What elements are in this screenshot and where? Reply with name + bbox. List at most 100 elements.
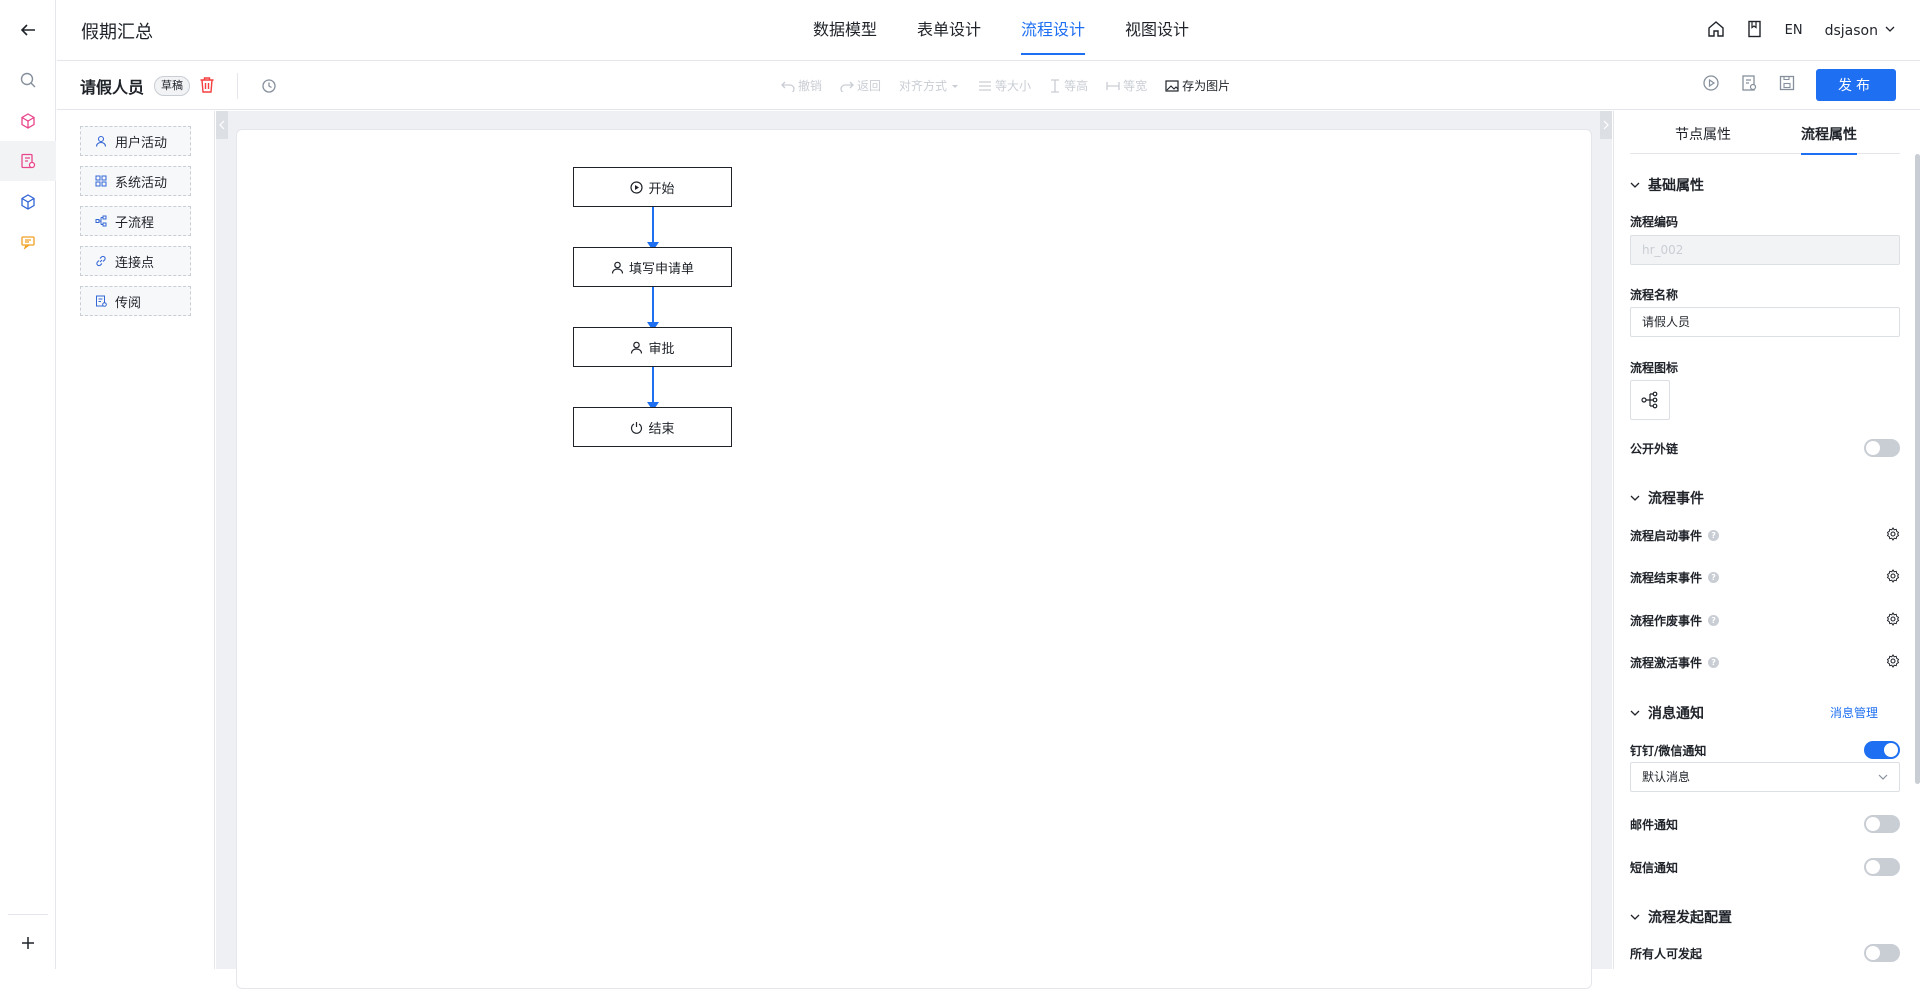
flow-edge[interactable] <box>647 287 659 331</box>
flow-node-end[interactable]: 结束 <box>573 407 732 447</box>
same-height-button[interactable]: 等高 <box>1049 77 1088 94</box>
back-arrow-icon[interactable] <box>0 10 56 50</box>
tab-flow-properties[interactable]: 流程属性 <box>1801 124 1857 155</box>
top-header: 假期汇总 数据模型 表单设计 流程设计 视图设计 EN dsjason <box>57 0 1920 61</box>
flow-code-field: hr_002 <box>1630 235 1900 265</box>
help-icon[interactable]: ? <box>1708 657 1720 668</box>
palette-item-circulate[interactable]: 传阅 <box>80 286 191 316</box>
section-basic-header[interactable]: 基础属性 <box>1630 175 1704 195</box>
user-icon <box>95 135 107 147</box>
collapse-left-handle[interactable] <box>216 111 228 139</box>
message-icon[interactable] <box>0 222 56 262</box>
tab-view-design[interactable]: 视图设计 <box>1105 0 1209 61</box>
public-link-label: 公开外链 <box>1630 442 1679 456</box>
save-image-button[interactable]: 存为图片 <box>1165 77 1230 94</box>
plus-icon[interactable] <box>0 923 56 963</box>
tab-form-design[interactable]: 表单设计 <box>897 0 1001 61</box>
flow-name-field[interactable]: 请假人员 <box>1630 307 1900 337</box>
section-title: 基础属性 <box>1648 178 1704 194</box>
sms-notify-toggle[interactable] <box>1864 858 1900 876</box>
flow-canvas[interactable]: 开始 填写申请单 审批 结束 <box>236 129 1592 989</box>
history-icon[interactable] <box>261 78 277 98</box>
palette-item-label: 连接点 <box>115 255 155 271</box>
tab-flow-design[interactable]: 流程设计 <box>1001 0 1105 61</box>
home-icon[interactable] <box>1707 20 1725 42</box>
palette-item-system-activity[interactable]: 系统活动 <box>80 166 191 196</box>
flow-icon-picker[interactable] <box>1630 380 1670 420</box>
user-icon <box>631 341 643 354</box>
help-icon[interactable]: ? <box>1708 572 1720 583</box>
palette-item-subprocess[interactable]: 子流程 <box>80 206 191 236</box>
gear-icon[interactable] <box>1886 527 1900 545</box>
same-width-button[interactable]: 等宽 <box>1106 77 1147 94</box>
sms-notify-label: 短信通知 <box>1630 861 1679 875</box>
event-label: 流程结束事件 <box>1630 571 1703 585</box>
gear-icon[interactable] <box>1886 569 1900 587</box>
flow-node-fill-form[interactable]: 填写申请单 <box>573 247 732 287</box>
user-icon <box>611 261 624 274</box>
gear-icon[interactable] <box>1886 612 1900 630</box>
dingtalk-toggle[interactable] <box>1864 741 1900 759</box>
dingtalk-template-select[interactable]: 默认消息 <box>1630 762 1900 792</box>
panel-tabs: 节点属性 流程属性 <box>1630 111 1900 155</box>
flow-edge[interactable] <box>647 207 659 251</box>
cube-icon[interactable] <box>0 101 56 141</box>
grid-icon <box>95 175 107 187</box>
everyone-launch-toggle[interactable] <box>1864 944 1900 962</box>
save-icon[interactable] <box>1778 74 1796 96</box>
flow-edge[interactable] <box>647 367 659 411</box>
section-launch-header[interactable]: 流程发起配置 <box>1630 907 1732 927</box>
email-notify-label: 邮件通知 <box>1630 818 1679 832</box>
section-events-header[interactable]: 流程事件 <box>1630 488 1704 508</box>
redo-label: 返回 <box>857 79 882 93</box>
flow-design-icon[interactable] <box>0 141 56 181</box>
gear-icon[interactable] <box>1886 654 1900 672</box>
delete-icon[interactable] <box>199 76 215 98</box>
tab-node-properties[interactable]: 节点属性 <box>1675 124 1731 144</box>
help-icon[interactable]: ? <box>1708 615 1720 626</box>
run-icon[interactable] <box>1702 74 1720 96</box>
everyone-launch-label: 所有人可发起 <box>1630 947 1703 961</box>
user-menu[interactable]: dsjason <box>1825 23 1896 39</box>
chevron-down-icon <box>1630 182 1640 188</box>
canvas-area: 开始 填写申请单 审批 结束 <box>216 111 1612 989</box>
flow-name-label: 流程名称 <box>1630 288 1679 302</box>
palette-item-user-activity[interactable]: 用户活动 <box>80 126 191 156</box>
save-image-label: 存为图片 <box>1182 79 1231 93</box>
same-height-label: 等高 <box>1064 79 1089 93</box>
rail-divider <box>8 914 48 915</box>
same-size-button[interactable]: 等大小 <box>978 77 1031 94</box>
search-icon[interactable] <box>0 60 56 100</box>
public-link-toggle[interactable] <box>1864 439 1900 457</box>
event-label: 流程启动事件 <box>1630 529 1703 543</box>
undo-button[interactable]: 撤销 <box>781 77 822 94</box>
chevron-down-icon <box>1630 495 1640 501</box>
panel-scrollbar[interactable] <box>1915 154 1920 784</box>
align-dropdown[interactable]: 对齐方式 <box>899 77 960 94</box>
redo-button[interactable]: 返回 <box>840 77 881 94</box>
message-manage-link[interactable]: 消息管理 <box>1830 704 1878 721</box>
toolbar-divider <box>237 73 238 99</box>
collapse-right-handle[interactable] <box>1600 111 1612 139</box>
palette-item-label: 传阅 <box>115 295 142 311</box>
same-width-label: 等宽 <box>1123 79 1148 93</box>
box-icon[interactable] <box>0 182 56 222</box>
left-rail <box>0 0 56 969</box>
help-icon[interactable]: ? <box>1708 530 1720 541</box>
flow-node-approve[interactable]: 审批 <box>573 327 732 367</box>
save-as-icon[interactable] <box>1740 74 1758 96</box>
flow-toolbar: 请假人员 草稿 撤销 返回 对齐方式 等大小 等高 等宽 存为图片 发布 <box>57 61 1920 110</box>
event-activate-label: 流程激活事件 ? <box>1630 654 1720 671</box>
same-size-label: 等大小 <box>995 79 1032 93</box>
tab-data-model[interactable]: 数据模型 <box>793 0 897 61</box>
language-switch[interactable]: EN <box>1785 23 1803 38</box>
flow-node-start[interactable]: 开始 <box>573 167 732 207</box>
book-icon[interactable] <box>1747 20 1763 42</box>
section-notify-header[interactable]: 消息通知 <box>1630 703 1704 723</box>
palette-item-connector[interactable]: 连接点 <box>80 246 191 276</box>
flow-code-label: 流程编码 <box>1630 215 1679 229</box>
main-tabs: 数据模型 表单设计 流程设计 视图设计 <box>793 0 1209 61</box>
publish-button[interactable]: 发布 <box>1816 69 1896 101</box>
email-notify-toggle[interactable] <box>1864 815 1900 833</box>
chevron-down-icon <box>1630 710 1640 716</box>
